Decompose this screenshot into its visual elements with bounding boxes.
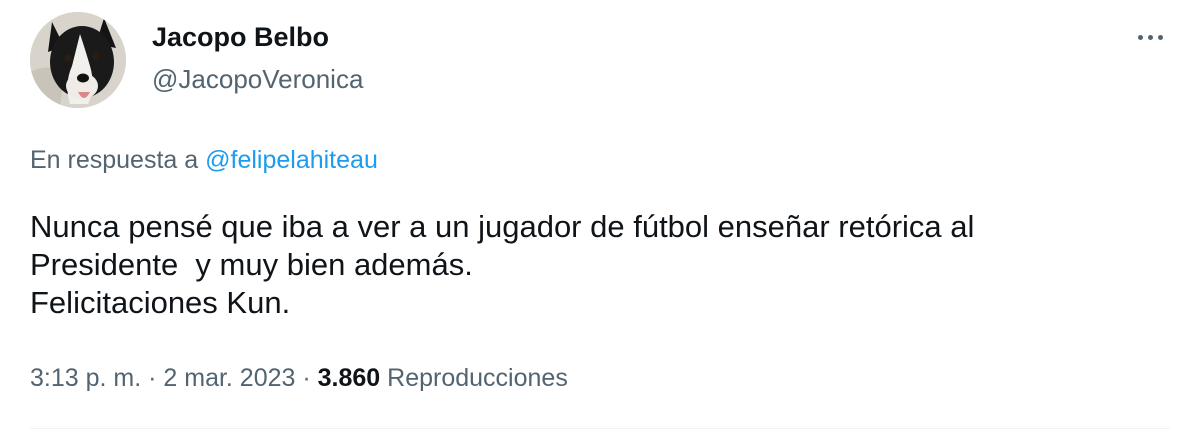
tweet-timestamp-link[interactable]: 3:13 p. m. · 2 mar. 2023 [30, 364, 295, 392]
tweet-text-line: Felicitaciones Kun. [30, 285, 291, 320]
border-collie-avatar-icon [30, 12, 126, 108]
tweet-time: 3:13 p. m. [30, 364, 142, 392]
more-options-button[interactable] [1128, 20, 1172, 54]
meta-separator: · [295, 364, 318, 392]
reply-mention-link[interactable]: @felipelahiteau [205, 146, 378, 174]
tweet-meta: 3:13 p. m. · 2 mar. 2023 · 3.860 Reprodu… [30, 364, 568, 393]
tweet-text: Nunca pensé que iba a ver a un jugador d… [30, 208, 1160, 322]
tweet-detail: Jacopo Belbo @JacopoVeronica En respuest… [0, 0, 1200, 444]
tweet-text-line: Presidente y muy bien además. [30, 247, 473, 282]
more-horizontal-icon-dot [1157, 34, 1163, 40]
more-horizontal-icon [1137, 34, 1143, 40]
author-display-name[interactable]: Jacopo Belbo [152, 22, 329, 53]
author-avatar[interactable] [30, 12, 126, 108]
views-count: 3.860 [317, 364, 381, 392]
reply-context: En respuesta a @felipelahiteau [30, 146, 378, 175]
tweet-date: 2 mar. 2023 [163, 364, 296, 392]
views-label: Reproducciones [380, 364, 568, 392]
tweet-text-line: Nunca pensé que iba a ver a un jugador d… [30, 209, 975, 244]
meta-separator: · [141, 364, 164, 392]
divider [30, 428, 1170, 429]
reply-prefix: En respuesta a [30, 146, 206, 174]
more-horizontal-icon-dot [1147, 34, 1153, 40]
author-handle[interactable]: @JacopoVeronica [152, 64, 363, 95]
